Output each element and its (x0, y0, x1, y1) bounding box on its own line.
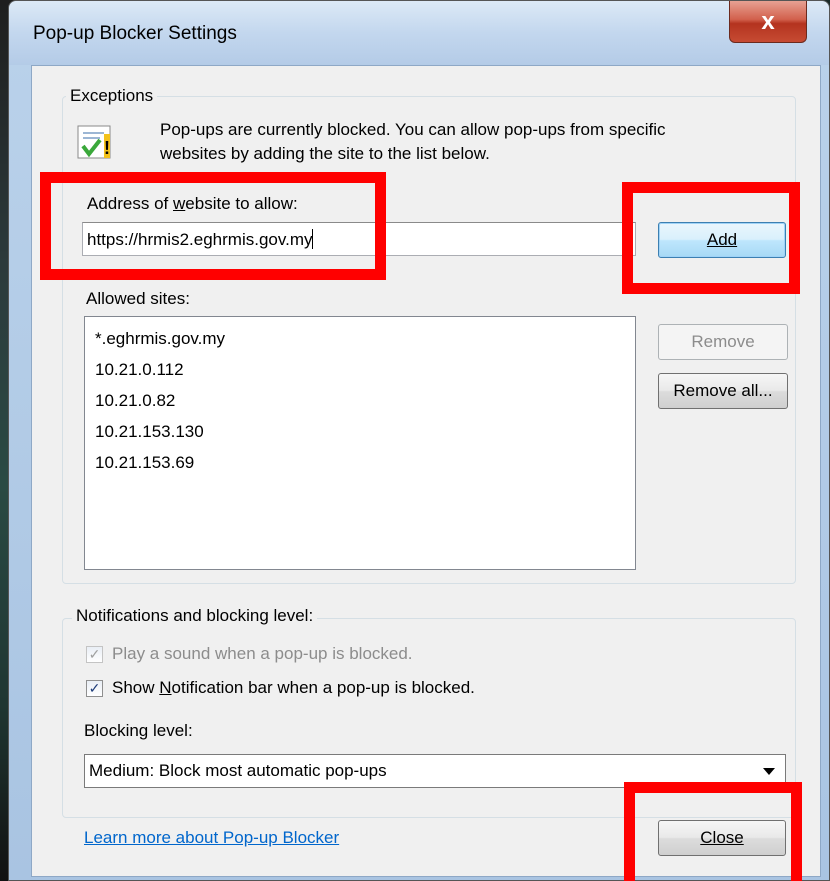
info-text-line-1: Pop-ups are currently blocked. You can a… (160, 120, 666, 139)
show-notification-bar-checkbox[interactable]: ✓ (86, 680, 103, 697)
list-item[interactable]: 10.21.153.69 (95, 447, 625, 478)
title-bar[interactable]: Pop-up Blocker Settings x (9, 1, 829, 65)
popup-blocker-dialog: Pop-up Blocker Settings x Exceptions ! P… (8, 0, 830, 881)
play-sound-label: Play a sound when a pop-up is blocked. (112, 644, 413, 663)
highlight-box-address (40, 172, 386, 280)
play-sound-checkbox[interactable]: ✓ (86, 646, 103, 663)
close-icon: x (761, 7, 775, 35)
remove-all-button[interactable]: Remove all... (658, 373, 788, 409)
exceptions-legend: Exceptions (66, 86, 158, 106)
blocking-level-label: Blocking level: (84, 721, 193, 740)
chevron-down-icon (763, 768, 775, 775)
svg-text:!: ! (104, 138, 110, 158)
highlight-box-add (622, 182, 800, 294)
list-item[interactable]: 10.21.0.112 (95, 354, 625, 385)
list-item[interactable]: 10.21.0.82 (95, 385, 625, 416)
list-item[interactable]: 10.21.153.130 (95, 416, 625, 447)
allowed-sites-label: Allowed sites: (86, 289, 190, 308)
show-notification-bar-label: Show Notification bar when a pop-up is b… (112, 678, 475, 697)
allowed-sites-list[interactable]: *.eghrmis.gov.my 10.21.0.112 10.21.0.82 … (84, 316, 636, 570)
info-text-line-2: websites by adding the site to the list … (160, 144, 490, 163)
info-document-icon: ! (77, 125, 111, 159)
list-item[interactable]: *.eghrmis.gov.my (95, 323, 625, 354)
dialog-title: Pop-up Blocker Settings (33, 23, 237, 44)
remove-button[interactable]: Remove (658, 324, 788, 360)
learn-more-link[interactable]: Learn more about Pop-up Blocker (84, 828, 339, 848)
notifications-legend: Notifications and blocking level: (72, 606, 318, 626)
highlight-box-close (624, 782, 802, 881)
close-window-button[interactable]: x (729, 1, 807, 43)
